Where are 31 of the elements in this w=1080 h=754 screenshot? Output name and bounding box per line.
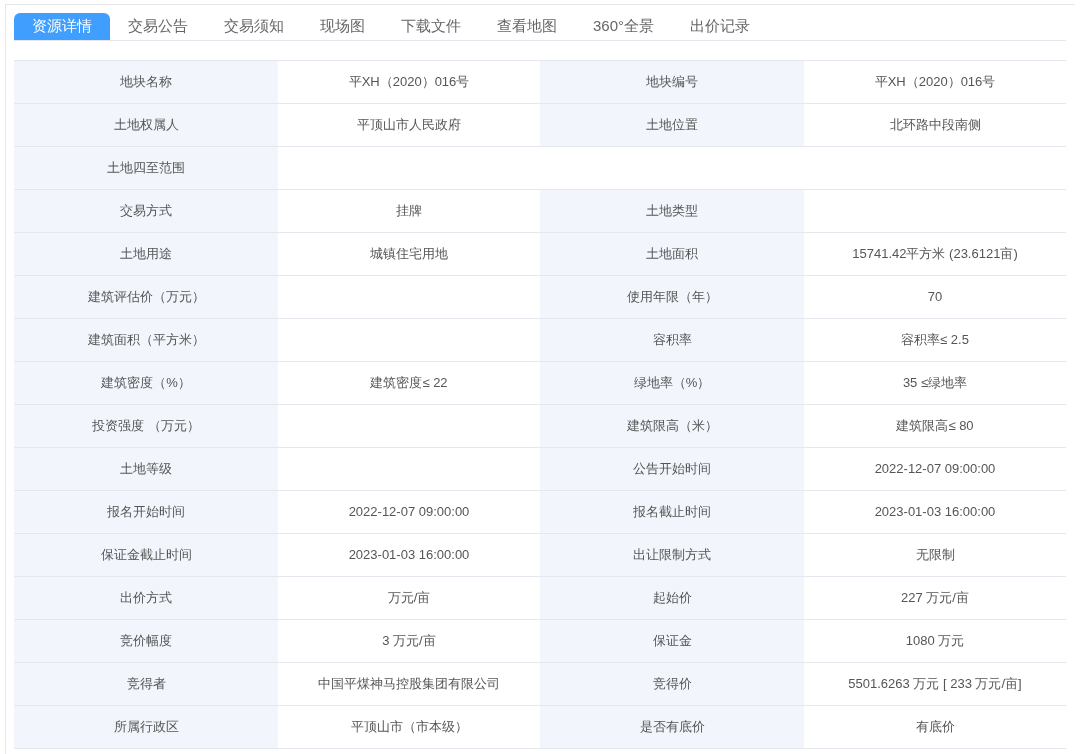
- label-cell: 交易方式: [14, 190, 278, 232]
- label-cell: 土地面积: [540, 233, 804, 275]
- label-cell: 土地位置: [540, 104, 804, 146]
- label-cell: 建筑评估价（万元）: [14, 276, 278, 318]
- label-cell: 土地用途: [14, 233, 278, 275]
- label-cell: 地块编号: [540, 61, 804, 103]
- label-cell: 起始价: [540, 577, 804, 619]
- label-cell: 报名开始时间: [14, 491, 278, 533]
- label-cell: 竞得者: [14, 663, 278, 705]
- label-cell: 建筑密度（%）: [14, 362, 278, 404]
- label-cell: 容积率: [540, 319, 804, 361]
- label-cell: 报名截止时间: [540, 491, 804, 533]
- label-cell: 竞得价: [540, 663, 804, 705]
- label-cell: 土地四至范围: [14, 147, 278, 189]
- label-cell: 建筑面积（平方米）: [14, 319, 278, 361]
- label-cell: 保证金截止时间: [14, 534, 278, 576]
- label-cell: 是否有底价: [540, 706, 804, 748]
- label-cell: 建筑限高（米）: [540, 405, 804, 447]
- label-cell: 绿地率（%）: [540, 362, 804, 404]
- label-cell: 使用年限（年）: [540, 276, 804, 318]
- label-cell: 出价方式: [14, 577, 278, 619]
- label-cell: 公告开始时间: [540, 448, 804, 490]
- label-cell: 保证金: [540, 620, 804, 662]
- label-cell: 竞价幅度: [14, 620, 278, 662]
- label-cell: 出让限制方式: [540, 534, 804, 576]
- label-cell: 所属行政区: [14, 706, 278, 748]
- label-cell: 土地等级: [14, 448, 278, 490]
- label-cell: 地块名称: [14, 61, 278, 103]
- label-cell: 土地权属人: [14, 104, 278, 146]
- label-cell: 土地类型: [540, 190, 804, 232]
- label-cell: 投资强度 （万元）: [14, 405, 278, 447]
